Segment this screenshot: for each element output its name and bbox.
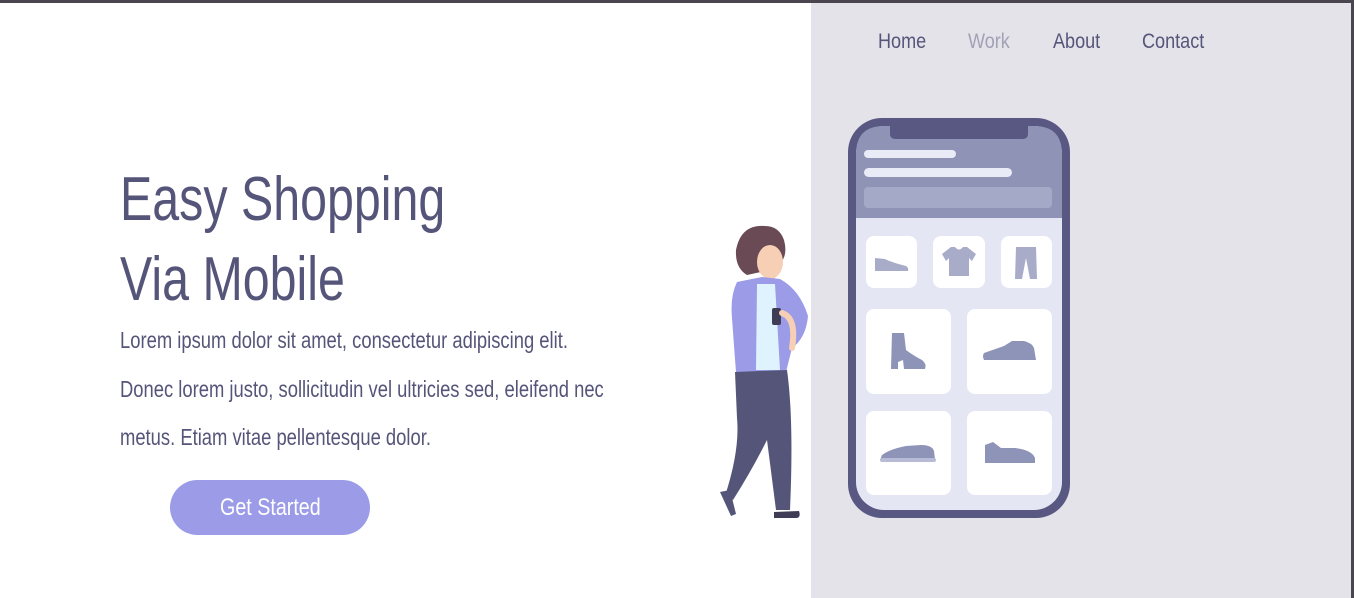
nav-contact[interactable]: Contact <box>1142 30 1204 54</box>
nav-home[interactable]: Home <box>878 30 926 54</box>
nav-about[interactable]: About <box>1053 30 1100 54</box>
phone-mockup <box>848 118 1070 518</box>
shopping-illustration <box>720 118 1070 518</box>
woman-figure <box>720 225 808 518</box>
hero-description: Lorem ipsum dolor sit amet, consectetur … <box>120 327 604 450</box>
get-started-button[interactable]: Get Started <box>170 480 370 535</box>
nav-work[interactable]: Work <box>968 30 1010 54</box>
hero-title-line-1: Easy Shopping <box>120 165 446 234</box>
hero-title: Easy Shopping Via Mobile <box>120 160 445 320</box>
get-started-label: Get Started <box>219 493 321 521</box>
hero-title-line-2: Via Mobile <box>120 245 345 314</box>
